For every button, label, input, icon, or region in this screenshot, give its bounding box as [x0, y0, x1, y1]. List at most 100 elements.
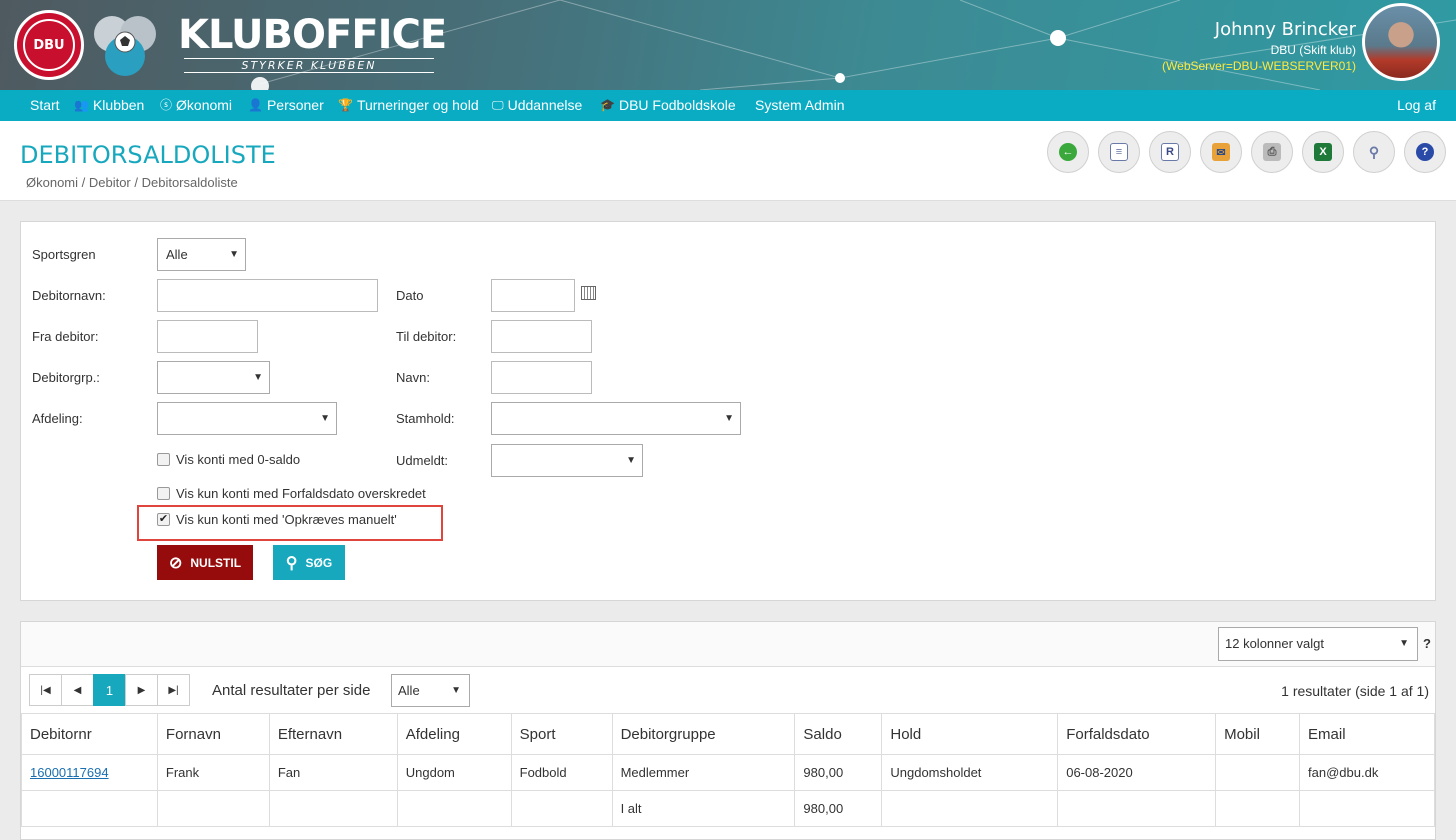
afdeling-label: Afdeling: [32, 411, 83, 426]
help-icon: ? [1416, 143, 1434, 161]
dbu-logo-text: DBU [33, 37, 65, 53]
col-debitornr[interactable]: Debitornr [21, 713, 158, 755]
last-page-button[interactable]: ▶| [157, 674, 190, 706]
nav-personer[interactable]: 👤 Personer [248, 90, 324, 121]
person-icon: 👤 [248, 98, 263, 112]
nav-start[interactable]: Start [30, 90, 60, 121]
search-button[interactable]: ⚲ SØG [273, 545, 345, 580]
nav-fodboldskole[interactable]: 🎓 DBU Fodboldskole [600, 90, 736, 121]
cell-sport: Fodbold [510, 754, 613, 791]
nav-okonomi[interactable]: ⓢ Økonomi [160, 90, 232, 121]
cell-hold: Ungdomsholdet [881, 754, 1059, 791]
fra-debitor-label: Fra debitor: [32, 329, 99, 344]
nav-turneringer[interactable]: 🏆 Turneringer og hold [338, 90, 479, 121]
col-debitorgruppe[interactable]: Debitorgruppe [611, 713, 796, 755]
dbu-logo: DBU [14, 10, 84, 80]
col-email[interactable]: Email [1299, 713, 1435, 755]
chevron-down-icon: ▼ [626, 455, 636, 466]
coin-icon: ⓢ [160, 98, 173, 112]
chevron-down-icon: ▼ [1399, 638, 1409, 649]
club-switch-link[interactable]: DBU (Skift klub) [1162, 42, 1356, 58]
r-report-button[interactable]: R [1149, 131, 1191, 173]
col-afdeling[interactable]: Afdeling [396, 713, 512, 755]
first-page-button[interactable]: |◀ [29, 674, 62, 706]
printer-icon: ⎙ [1263, 143, 1281, 161]
logout-link[interactable]: Log af [1397, 90, 1436, 121]
page-1-button[interactable]: 1 [93, 674, 126, 706]
results-table: Debitornr Fornavn Efternavn Afdeling Spo… [21, 713, 1435, 827]
afdeling-select[interactable]: ▼ [157, 402, 337, 435]
debitor-link[interactable]: 16000117694 [30, 765, 109, 780]
pagination: |◀ ◀ 1 ▶ ▶| [29, 674, 190, 706]
col-saldo[interactable]: Saldo [794, 713, 883, 755]
til-debitor-input[interactable] [491, 320, 592, 353]
r-document-icon: R [1161, 143, 1179, 161]
udmeldt-label: Udmeldt: [396, 453, 449, 468]
last-page-icon: ▶| [168, 684, 179, 696]
next-page-button[interactable]: ▶ [125, 674, 158, 706]
user-name: Johnny Brincker [1214, 19, 1356, 40]
brand-name: KLUBOFFICE [178, 12, 447, 58]
report-button[interactable]: ≡ [1098, 131, 1140, 173]
cell-forfaldsdato: 06-08-2020 [1057, 754, 1217, 791]
help-button[interactable]: ? [1404, 131, 1446, 173]
udmeldt-select[interactable]: ▼ [491, 444, 643, 477]
col-fornavn[interactable]: Fornavn [156, 713, 270, 755]
people-icon: 👥 [74, 98, 89, 112]
col-mobil[interactable]: Mobil [1215, 713, 1301, 755]
trophy-icon: 🏆 [338, 98, 353, 112]
column-help-icon[interactable]: ? [1423, 636, 1431, 651]
nav-system-admin[interactable]: System Admin [755, 90, 844, 121]
user-info: Johnny Brincker DBU (Skift klub) (WebSer… [1162, 18, 1356, 74]
calendar-icon[interactable] [581, 286, 596, 300]
sportsgren-select[interactable]: Alle ▼ [157, 238, 246, 271]
excel-icon: X [1314, 143, 1332, 161]
brand: KLUBOFFICE STYRKER KLUBBEN [178, 12, 447, 73]
excel-export-button[interactable]: X [1302, 131, 1344, 173]
cell-saldo: 980,00 [794, 754, 883, 791]
nav-klubben[interactable]: 👥 Klubben [74, 90, 144, 121]
per-page-select[interactable]: Alle ▼ [391, 674, 470, 707]
first-page-icon: |◀ [40, 684, 51, 696]
col-forfaldsdato[interactable]: Forfaldsdato [1057, 713, 1217, 755]
fra-debitor-input[interactable] [157, 320, 258, 353]
table-header-row: Debitornr Fornavn Efternavn Afdeling Spo… [21, 713, 1435, 755]
next-page-icon: ▶ [137, 684, 146, 696]
col-sport[interactable]: Sport [510, 713, 613, 755]
column-selector[interactable]: 12 kolonner valgt ▼ [1218, 627, 1418, 661]
col-efternavn[interactable]: Efternavn [268, 713, 398, 755]
total-value: 980,00 [794, 790, 883, 827]
stamhold-select[interactable]: ▼ [491, 402, 741, 435]
ban-icon: ⊘ [168, 554, 183, 572]
prev-page-icon: ◀ [73, 684, 82, 696]
back-arrow-icon: ← [1059, 143, 1077, 161]
navn-input[interactable] [491, 361, 592, 394]
prev-page-button[interactable]: ◀ [61, 674, 94, 706]
back-button[interactable]: ← [1047, 131, 1089, 173]
chevron-down-icon: ▼ [451, 685, 461, 696]
chevron-down-icon: ▼ [724, 413, 734, 424]
zero-balance-checkbox[interactable]: Vis konti med 0-saldo [157, 452, 300, 467]
debitornavn-input[interactable] [157, 279, 378, 312]
total-label: I alt [611, 790, 796, 827]
mail-merge-button[interactable]: ✉ [1200, 131, 1242, 173]
document-icon: ≡ [1110, 143, 1128, 161]
navn-label: Navn: [396, 370, 430, 385]
dato-input[interactable] [491, 279, 575, 312]
overdue-checkbox[interactable]: Vis kun konti med Forfaldsdato overskred… [157, 486, 426, 501]
stamhold-label: Stamhold: [396, 411, 455, 426]
debitorgrp-select[interactable]: ▼ [157, 361, 270, 394]
col-hold[interactable]: Hold [881, 713, 1059, 755]
results-count: 1 resultater (side 1 af 1) [1281, 683, 1429, 699]
debitornavn-label: Debitornavn: [32, 288, 106, 303]
checkbox-box[interactable] [157, 487, 170, 500]
page-title: DEBITORSALDOLISTE [20, 141, 276, 169]
reset-button[interactable]: ⊘ NULSTIL [157, 545, 253, 580]
results-topbar: 12 kolonner valgt ▼ ? [21, 622, 1435, 667]
search-tool-button[interactable]: ⚲ [1353, 131, 1395, 173]
nav-uddannelse[interactable]: 🖵 Uddannelse [492, 90, 582, 121]
avatar[interactable] [1362, 3, 1440, 81]
print-button[interactable]: ⎙ [1251, 131, 1293, 173]
checkbox-box[interactable] [157, 453, 170, 466]
sportsgren-label: Sportsgren [32, 247, 96, 262]
